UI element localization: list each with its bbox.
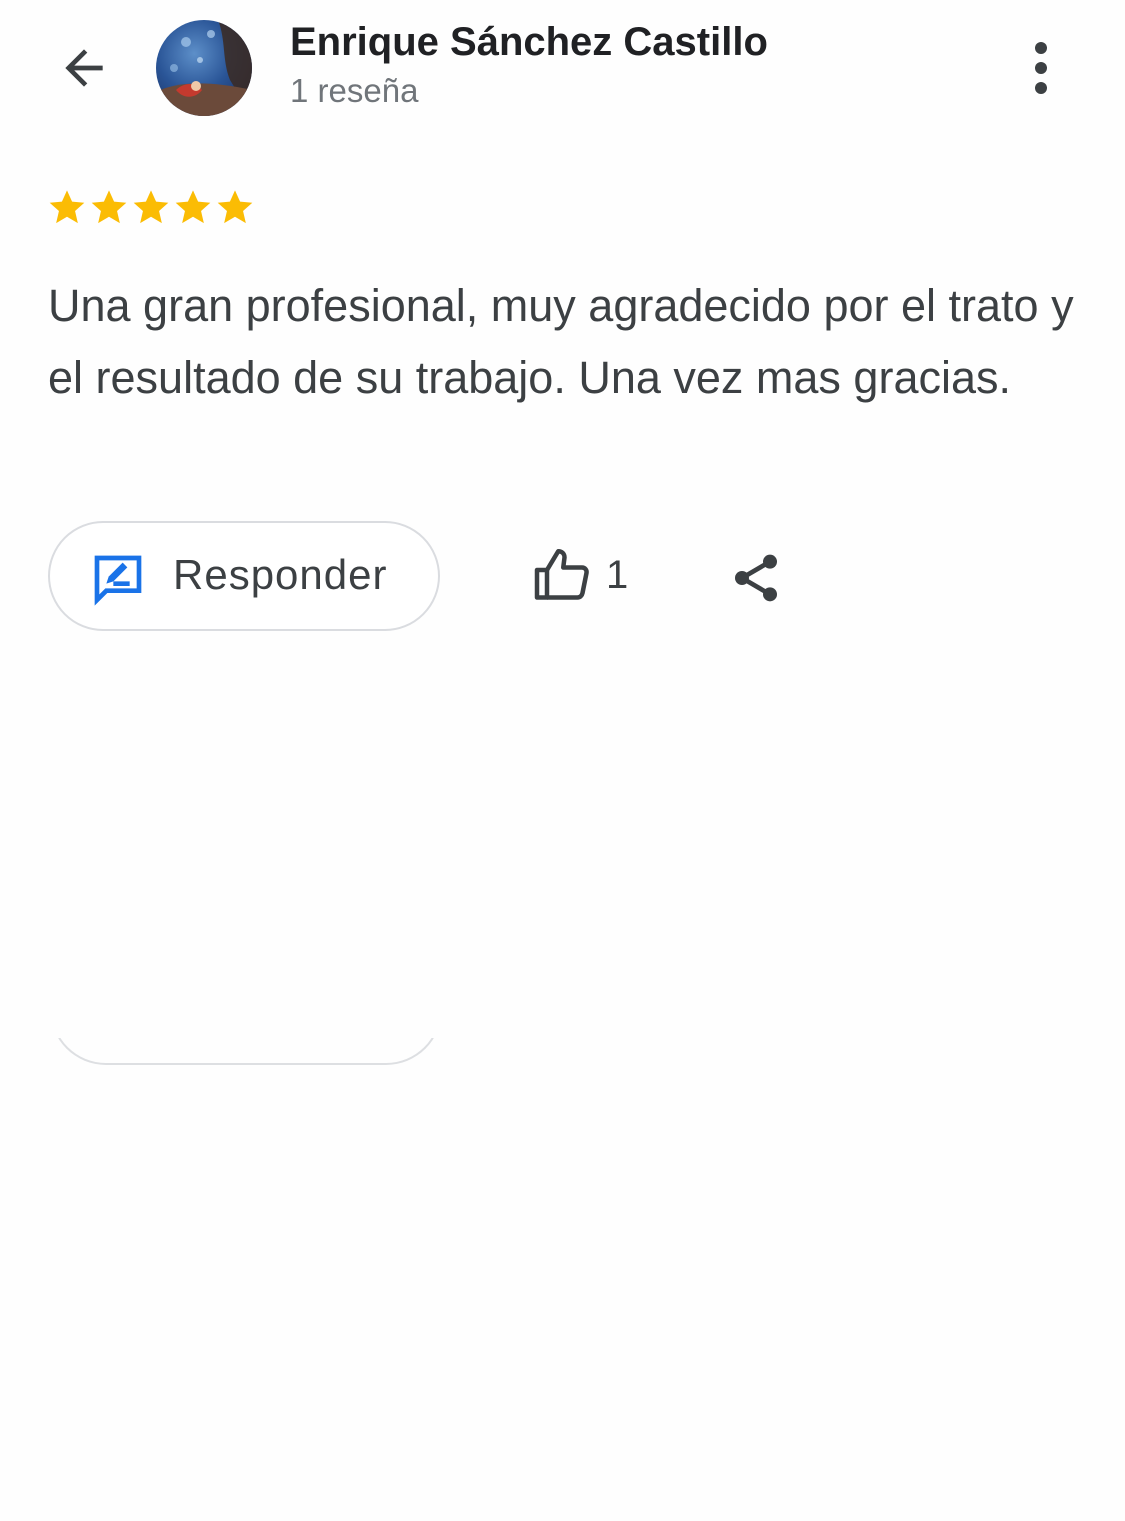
app-header: Enrique Sánchez Castillo 1 reseña xyxy=(0,0,1125,140)
reviewer-review-count: 1 reseña xyxy=(290,72,419,109)
thumbs-up-icon xyxy=(534,549,589,600)
review-text: Una gran profesional, muy agradecido por… xyxy=(48,280,1074,403)
star-icon xyxy=(133,190,169,224)
star-icon xyxy=(175,190,211,224)
reply-label: Responder xyxy=(173,551,388,598)
reply-edit-icon xyxy=(94,555,142,606)
more-vertical-icon xyxy=(1035,42,1047,94)
share-icon xyxy=(735,554,777,602)
share-button[interactable] xyxy=(724,546,788,610)
arrow-back-icon xyxy=(65,49,103,87)
faded-overlay xyxy=(40,960,460,1038)
reviewer-name[interactable]: Enrique Sánchez Castillo xyxy=(290,20,768,65)
like-button[interactable]: 1 xyxy=(532,540,628,610)
star-rating xyxy=(46,186,256,228)
star-icon xyxy=(91,190,127,224)
avatar[interactable] xyxy=(156,20,252,116)
like-count: 1 xyxy=(606,552,629,597)
star-icon xyxy=(49,190,85,224)
reply-button[interactable]: Responder xyxy=(48,521,440,631)
star-icon xyxy=(217,190,253,224)
back-button[interactable] xyxy=(50,36,118,100)
more-options-button[interactable] xyxy=(1010,36,1072,100)
